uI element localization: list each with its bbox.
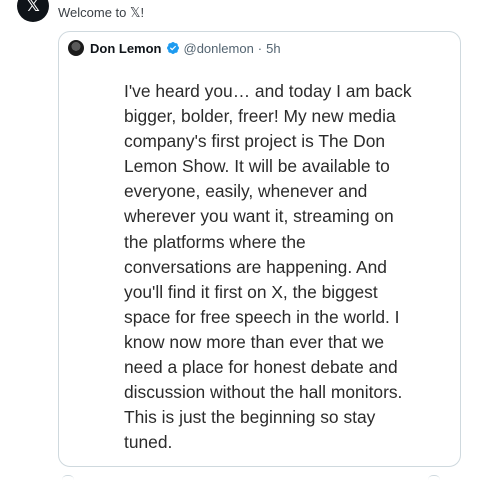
quoted-post-image-text: I've heard you… and today I am back bigg… (124, 81, 412, 453)
quoted-post-header: Don Lemon @donlemon · 5h (68, 40, 281, 56)
reply-text: Welcome to 𝕏! (58, 5, 145, 20)
reply-icon[interactable] (62, 475, 74, 480)
action-bar-edge (0, 470, 480, 480)
post-timestamp[interactable]: 5h (266, 41, 280, 56)
quoted-post-card[interactable]: Don Lemon @donlemon · 5h I've heard you…… (58, 31, 461, 467)
author-avatar[interactable] (68, 40, 84, 56)
header-separator: · (257, 40, 263, 56)
share-icon[interactable] (428, 475, 440, 480)
author-handle[interactable]: @donlemon (184, 41, 254, 56)
author-name[interactable]: Don Lemon (90, 41, 162, 56)
x-avatar[interactable]: 𝕏 (17, 0, 49, 22)
verified-badge-icon (166, 42, 179, 54)
x-logo-icon: 𝕏 (26, 0, 40, 15)
